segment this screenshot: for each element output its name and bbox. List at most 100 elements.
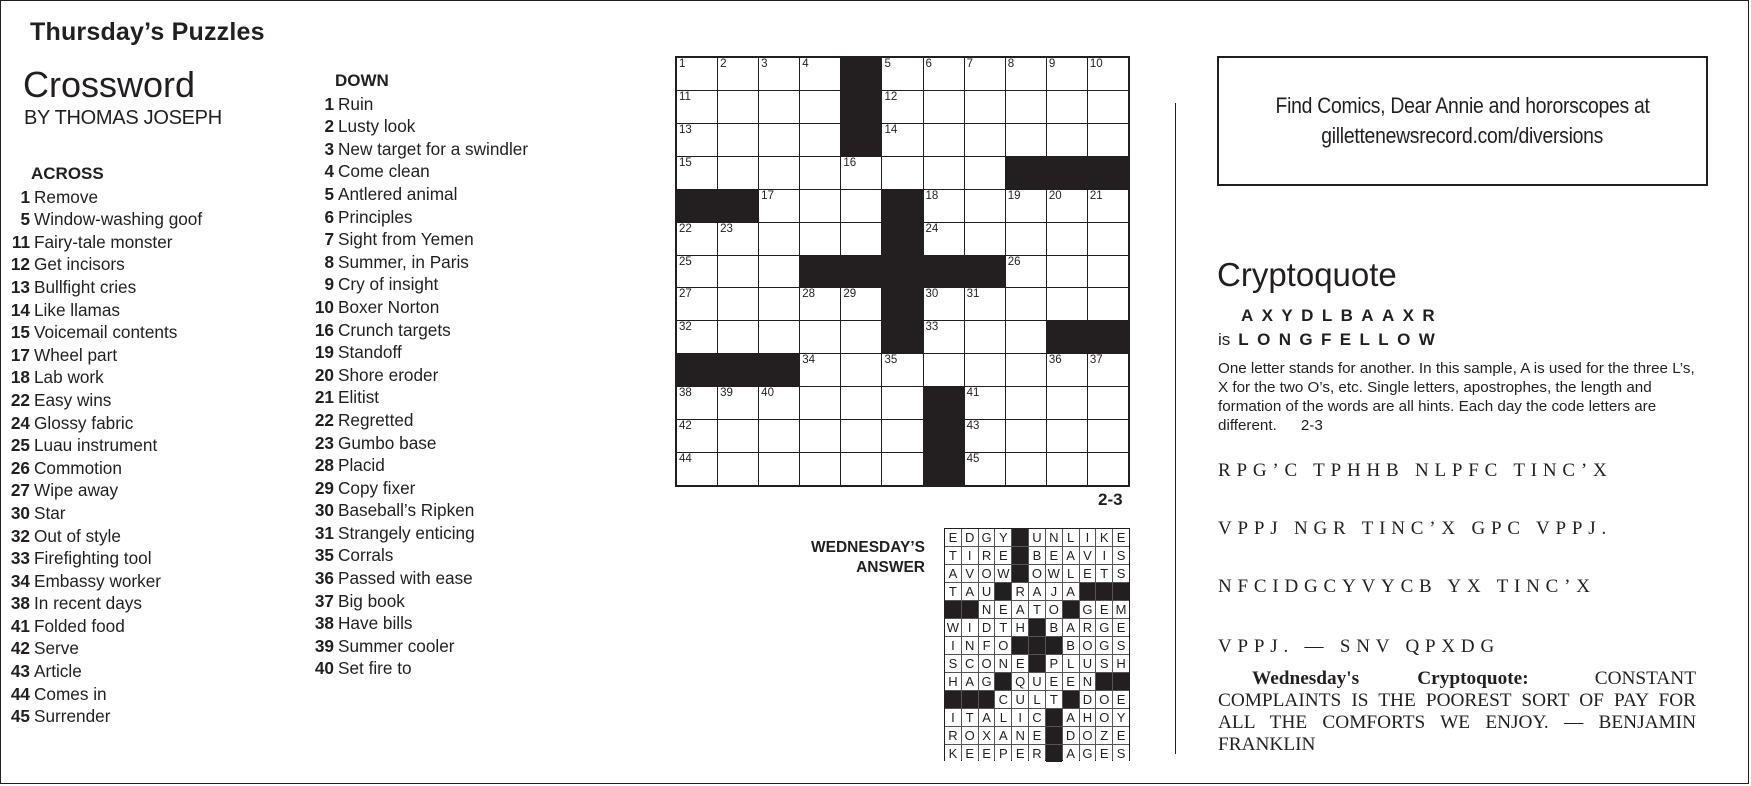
crossword-cell[interactable] — [800, 420, 841, 453]
crossword-cell[interactable] — [1087, 387, 1128, 420]
crossword-cell[interactable]: 40 — [759, 387, 800, 420]
crossword-cell[interactable]: 43 — [964, 420, 1005, 453]
crossword-cell[interactable]: 16 — [841, 156, 882, 189]
crossword-cell[interactable] — [1046, 387, 1087, 420]
crossword-cell[interactable] — [882, 156, 923, 189]
crossword-cell[interactable] — [759, 90, 800, 123]
crossword-cell[interactable] — [800, 123, 841, 156]
crossword-cell[interactable]: 3 — [759, 58, 800, 90]
crossword-cell[interactable] — [1046, 288, 1087, 321]
crossword-cell[interactable]: 29 — [841, 288, 882, 321]
crossword-cell[interactable]: 9 — [1046, 58, 1087, 90]
crossword-cell[interactable] — [964, 354, 1005, 387]
crossword-cell[interactable]: 11 — [677, 90, 718, 123]
crossword-cell[interactable]: 21 — [1087, 189, 1128, 222]
crossword-cell[interactable] — [1005, 387, 1046, 420]
crossword-cell[interactable]: 45 — [964, 453, 1005, 485]
crossword-cell[interactable] — [964, 90, 1005, 123]
crossword-cell[interactable]: 1 — [677, 58, 718, 90]
crossword-cell[interactable]: 13 — [677, 123, 718, 156]
crossword-cell[interactable] — [800, 90, 841, 123]
crossword-cell[interactable] — [923, 123, 964, 156]
crossword-cell[interactable] — [841, 420, 882, 453]
crossword-cell[interactable]: 42 — [677, 420, 718, 453]
crossword-cell[interactable] — [841, 222, 882, 255]
crossword-cell[interactable]: 22 — [677, 222, 718, 255]
crossword-cell[interactable]: 33 — [923, 321, 964, 354]
crossword-cell[interactable] — [1005, 222, 1046, 255]
crossword-cell[interactable] — [1005, 420, 1046, 453]
crossword-cell[interactable] — [718, 288, 759, 321]
crossword-cell[interactable]: 19 — [1005, 189, 1046, 222]
crossword-cell[interactable] — [759, 222, 800, 255]
crossword-cell[interactable] — [1005, 123, 1046, 156]
crossword-cell[interactable]: 6 — [923, 58, 964, 90]
crossword-cell[interactable] — [800, 453, 841, 485]
crossword-cell[interactable] — [800, 189, 841, 222]
crossword-cell[interactable]: 36 — [1046, 354, 1087, 387]
crossword-cell[interactable] — [841, 189, 882, 222]
crossword-cell[interactable]: 31 — [964, 288, 1005, 321]
crossword-cell[interactable] — [841, 453, 882, 485]
crossword-cell[interactable]: 23 — [718, 222, 759, 255]
crossword-cell[interactable] — [1046, 420, 1087, 453]
promo-link[interactable]: gillettenewsrecord.com/diversions — [1322, 121, 1604, 151]
crossword-cell[interactable]: 20 — [1046, 189, 1087, 222]
crossword-cell[interactable] — [759, 288, 800, 321]
crossword-cell[interactable]: 39 — [718, 387, 759, 420]
crossword-cell[interactable] — [964, 321, 1005, 354]
crossword-cell[interactable] — [841, 387, 882, 420]
crossword-cell[interactable] — [1005, 90, 1046, 123]
crossword-cell[interactable] — [1087, 123, 1128, 156]
crossword-cell[interactable]: 44 — [677, 453, 718, 485]
crossword-cell[interactable] — [841, 354, 882, 387]
crossword-cell[interactable] — [718, 123, 759, 156]
crossword-cell[interactable]: 25 — [677, 255, 718, 288]
crossword-cell[interactable]: 32 — [677, 321, 718, 354]
crossword-cell[interactable]: 7 — [964, 58, 1005, 90]
crossword-cell[interactable]: 35 — [882, 354, 923, 387]
crossword-cell[interactable]: 15 — [677, 156, 718, 189]
crossword-cell[interactable] — [1087, 90, 1128, 123]
crossword-cell[interactable] — [1046, 222, 1087, 255]
crossword-cell[interactable]: 37 — [1087, 354, 1128, 387]
crossword-cell[interactable]: 24 — [923, 222, 964, 255]
crossword-cell[interactable]: 34 — [800, 354, 841, 387]
crossword-cell[interactable]: 18 — [923, 189, 964, 222]
crossword-cell[interactable] — [882, 387, 923, 420]
crossword-cell[interactable] — [1087, 255, 1128, 288]
crossword-cell[interactable]: 12 — [882, 90, 923, 123]
crossword-cell[interactable] — [1046, 123, 1087, 156]
crossword-cell[interactable] — [964, 222, 1005, 255]
crossword-cell[interactable] — [1046, 453, 1087, 485]
crossword-cell[interactable] — [1087, 222, 1128, 255]
crossword-cell[interactable] — [800, 321, 841, 354]
crossword-cell[interactable] — [964, 123, 1005, 156]
crossword-cell[interactable]: 30 — [923, 288, 964, 321]
crossword-cell[interactable] — [841, 321, 882, 354]
crossword-cell[interactable] — [718, 453, 759, 485]
crossword-cell[interactable] — [1087, 453, 1128, 485]
crossword-cell[interactable]: 17 — [759, 189, 800, 222]
crossword-cell[interactable] — [1046, 255, 1087, 288]
crossword-cell[interactable] — [1005, 354, 1046, 387]
crossword-cell[interactable]: 14 — [882, 123, 923, 156]
crossword-cell[interactable] — [759, 420, 800, 453]
crossword-cell[interactable] — [718, 321, 759, 354]
crossword-cell[interactable] — [718, 420, 759, 453]
crossword-cell[interactable] — [718, 255, 759, 288]
crossword-cell[interactable]: 38 — [677, 387, 718, 420]
crossword-cell[interactable]: 41 — [964, 387, 1005, 420]
crossword-cell[interactable] — [759, 321, 800, 354]
crossword-cell[interactable]: 8 — [1005, 58, 1046, 90]
crossword-cell[interactable] — [800, 156, 841, 189]
crossword-cell[interactable] — [1005, 453, 1046, 485]
crossword-cell[interactable] — [964, 189, 1005, 222]
crossword-cell[interactable] — [718, 90, 759, 123]
crossword-cell[interactable] — [882, 453, 923, 485]
crossword-cell[interactable] — [1005, 288, 1046, 321]
crossword-cell[interactable]: 27 — [677, 288, 718, 321]
crossword-cell[interactable] — [1087, 288, 1128, 321]
crossword-cell[interactable] — [1087, 420, 1128, 453]
crossword-cell[interactable] — [800, 387, 841, 420]
